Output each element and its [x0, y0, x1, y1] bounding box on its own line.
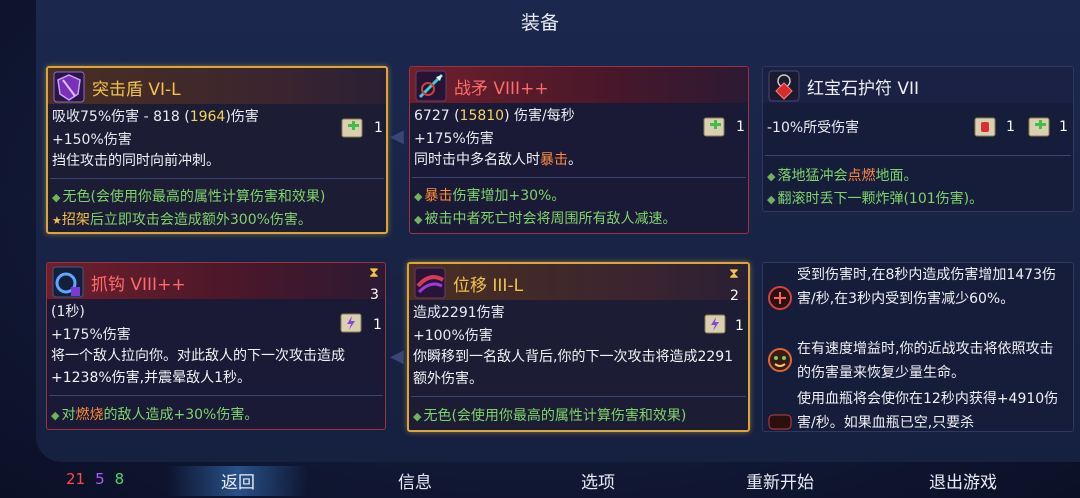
grapple-description: 将一个敌人拉向你。对此敌人的下一次攻击造成+1238%伤害,并震晕敌人1秒。 — [51, 348, 345, 386]
spear-bullet-2: ◆ 被击中者死亡时会将周围所有敌人减速。 — [414, 211, 677, 227]
blink-cooldown-count: 2 — [730, 288, 739, 304]
amulet-name: 红宝石护符 VII — [807, 79, 920, 99]
blink-stat-line2: +100%伤害 — [413, 328, 493, 344]
bottom-nav-bar: 21 5 8 返回 信息 选项 重新开始 退出游戏 — [0, 462, 1080, 498]
amulet-bullet-1: ◆ 落地猛冲会点燃地面。 — [767, 168, 918, 184]
cooldown-hourglass-icon: ⧗ — [369, 265, 379, 281]
blink-card[interactable]: 位移 III-L ⧗ 2 造成2291伤害 +100%伤害 1 你瞬移到一名敌人… — [407, 262, 750, 432]
back-button[interactable]: 返回 — [188, 468, 288, 493]
divider — [49, 395, 383, 396]
cooldown-hourglass-icon: ⧗ — [729, 266, 739, 282]
passive-2-text: 在有速度增益时,你的近战攻击将依照攻击的伤害量来恢复少量生命。 — [797, 341, 1054, 381]
tactics-stat: 5 — [95, 470, 105, 488]
spear-icon — [415, 70, 447, 102]
blink-scroll-count: 1 — [735, 318, 744, 334]
blink-bullet-1: ◆ 无色(会使用你最高的属性计算伤害和效果) — [413, 408, 687, 424]
blink-stat-line1: 造成2291伤害 — [413, 305, 505, 321]
connector-arrow-icon: ◀ — [390, 346, 404, 367]
shield-name: 突击盾 VI-L — [92, 80, 181, 100]
grapple-scroll-count: 1 — [373, 317, 382, 333]
divider — [765, 155, 1071, 156]
passives-panel: 受到伤害时,在8秒内造成伤害增加1473伤害/秒,在3秒内受到伤害减少60%。 … — [762, 262, 1074, 432]
passive-3-text: 使用血瓶将会使你在12秒内获得+4910伤害/秒。如果血瓶已空,只要杀 — [797, 391, 1059, 431]
brutality-stat: 21 — [66, 470, 86, 488]
amulet-fist-count: 1 — [1006, 119, 1015, 135]
amulet-card[interactable]: 红宝石护符 VII -10%所受伤害 1 1 ◆ 落地猛冲会点燃地面。 ◆ 翻滚时丢… — [762, 66, 1074, 212]
restart-button[interactable]: 重新开始 — [720, 468, 840, 493]
divider — [412, 177, 746, 178]
shield-scroll-count: 1 — [374, 120, 383, 136]
amulet-stat-line1: -10%所受伤害 — [767, 120, 860, 136]
equipment-screen: 装备 突击盾 VI-L 吸收75%伤害 - 818 (1964)伤害 +150%… — [0, 0, 1080, 498]
quit-game-button[interactable]: 退出游戏 — [898, 468, 1028, 493]
player-stats: 21 5 8 — [66, 470, 134, 488]
spear-card[interactable]: 战矛 VIII++ 6727 (15810) 伤害/每秒 +175%伤害 1 同… — [409, 66, 749, 234]
amulet-bullet-2: ◆ 翻滚时丢下一颗炸弹(101伤害)。 — [767, 191, 984, 207]
amulet-scroll-count: 1 — [1059, 119, 1068, 135]
info-button[interactable]: 信息 — [365, 468, 465, 493]
grapple-name: 抓钩 VIII++ — [91, 275, 186, 295]
shield-stat-line2: +150%伤害 — [52, 132, 132, 148]
green-scroll-icon — [341, 118, 363, 138]
page-title: 装备 — [520, 12, 559, 34]
divider — [50, 178, 384, 179]
shield-card[interactable]: 突击盾 VI-L 吸收75%伤害 - 818 (1964)伤害 +150%伤害 … — [46, 66, 388, 234]
spear-name: 战矛 VIII++ — [454, 79, 549, 99]
red-fist-scroll-icon — [974, 117, 996, 137]
survival-stat: 8 — [114, 470, 125, 488]
divider — [411, 396, 746, 397]
shield-icon — [53, 71, 85, 103]
green-scroll-icon — [703, 117, 725, 137]
spear-stat-line1: 6727 (15810) 伤害/每秒 — [414, 108, 575, 124]
options-button[interactable]: 选项 — [548, 468, 648, 493]
spear-scroll-count: 1 — [736, 119, 745, 135]
lightning-scroll-icon — [704, 314, 726, 334]
grapple-hook-icon — [52, 266, 84, 298]
red-skull-icon — [768, 414, 792, 430]
spear-bullet-1: ◆ 暴击伤害增加+30%。 — [414, 188, 566, 204]
blink-description: 你瞬移到一名敌人背后,你的下一次攻击将造成2291额外伤害。 — [413, 349, 734, 387]
grapple-card[interactable]: 抓钩 VIII++ ⧗ 3 (1秒) +175%伤害 1 将一个敌人拉向你。对此… — [46, 262, 386, 430]
connector-arrow-icon: ◀ — [390, 126, 404, 147]
green-mask-icon — [768, 348, 792, 372]
grapple-bullet-1: ◆ 对燃烧的敌人造成+30%伤害。 — [51, 407, 259, 423]
passive-1-text: 受到伤害时,在8秒内造成伤害增加1473伤害/秒,在3秒内受到伤害减少60%。 — [797, 267, 1056, 307]
red-rune-icon — [768, 286, 792, 310]
grapple-stat-line1: (1秒) — [51, 304, 85, 320]
grapple-cooldown-count: 3 — [370, 287, 379, 303]
shield-bullet-1: ◆ 无色(会使用你最高的属性计算伤害和效果) — [52, 189, 326, 205]
shield-description: 挡住攻击的同时向前冲刺。 — [52, 153, 220, 169]
spear-stat-line2: +175%伤害 — [414, 131, 494, 147]
blink-name: 位移 III-L — [453, 276, 524, 296]
blink-icon — [414, 267, 446, 299]
spear-description: 同时击中多名敌人时暴击。 — [414, 152, 582, 168]
lightning-scroll-icon — [340, 313, 362, 333]
shield-bullet-2: ★招架后立即攻击会造成额外300%伤害。 — [52, 212, 312, 228]
green-scroll-icon — [1028, 117, 1050, 137]
ruby-amulet-icon — [768, 70, 800, 102]
shield-stat-line1: 吸收75%伤害 - 818 (1964)伤害 — [52, 109, 259, 125]
grapple-stat-line2: +175%伤害 — [51, 327, 131, 343]
